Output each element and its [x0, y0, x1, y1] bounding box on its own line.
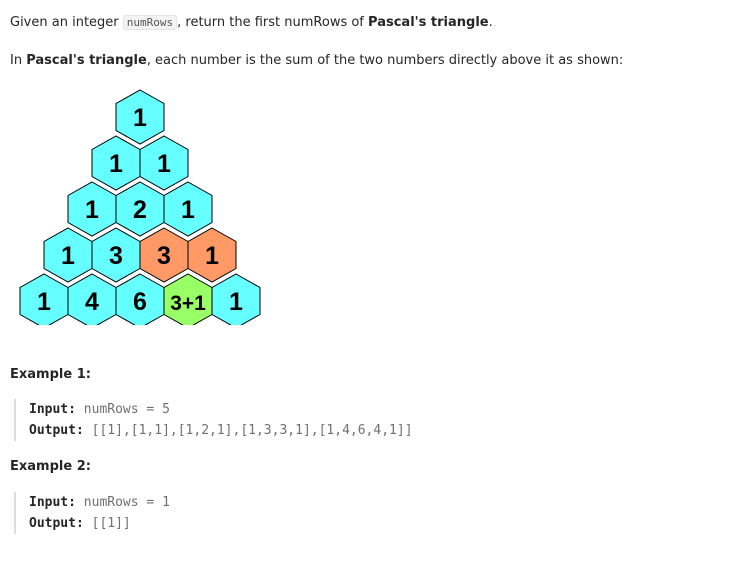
hex-cell-label: 3 [157, 242, 171, 270]
hex-cell-label: 1 [133, 104, 147, 132]
hex-cell-label: 2 [133, 196, 147, 224]
example-1-output-value: [[1],[1,1],[1,2,1],[1,3,3,1],[1,4,6,4,1]… [91, 423, 413, 438]
hex-cell-label: 1 [181, 196, 195, 224]
hex-cell-label: 3 [109, 242, 123, 270]
example-2-output-value: [[1]] [91, 516, 131, 531]
hex-cell-label: 1 [205, 242, 219, 270]
example-1-input-value: numRows = 5 [83, 402, 170, 417]
hex-cell-label: 3+1 [170, 292, 206, 315]
example-2-input-value: numRows = 1 [83, 495, 170, 510]
example-2-input-label: Input: [29, 495, 76, 510]
example-1-title: Example 1: [10, 367, 91, 382]
example-2-output-label: Output: [29, 516, 84, 531]
problem-statement: Given an integer numRows, return the fir… [10, 14, 493, 32]
example-1-output-label: Output: [29, 423, 84, 438]
pascal-triangle-term: Pascal's triangle [26, 53, 147, 68]
pascal-triangle-term: Pascal's triangle [368, 15, 489, 30]
example-1-input-label: Input: [29, 402, 76, 417]
hex-cell-label: 4 [85, 288, 99, 316]
hex-cell-label: 1 [229, 288, 243, 316]
hex-cell-label: 1 [85, 196, 99, 224]
hex-cell-label: 1 [157, 150, 171, 178]
statement-text: . [488, 15, 493, 30]
hex-cell-label: 6 [133, 288, 147, 316]
hex-cell-label: 1 [37, 288, 51, 316]
example-1-block: Input: numRows = 5 Output: [[1],[1,1],[1… [14, 399, 413, 441]
explanation-fragment: In [10, 53, 27, 68]
inline-code-numrows: numRows [122, 15, 178, 30]
hex-cell-label: 1 [61, 242, 75, 270]
explanation-fragment: , each number is the sum of the two numb… [146, 53, 624, 68]
example-2-title: Example 2: [10, 459, 91, 474]
pascal-triangle-figure: 11 11 2 11 3 3 11 4 6 3+1 1 [19, 89, 261, 325]
explanation-text: In Pascal's triangle, each number is the… [10, 52, 623, 70]
statement-text: , return the first numRows of [177, 15, 369, 30]
statement-text: Given an integer [10, 15, 123, 30]
example-2-block: Input: numRows = 1 Output: [[1]] [14, 492, 170, 534]
hex-cell-label: 1 [109, 150, 123, 178]
